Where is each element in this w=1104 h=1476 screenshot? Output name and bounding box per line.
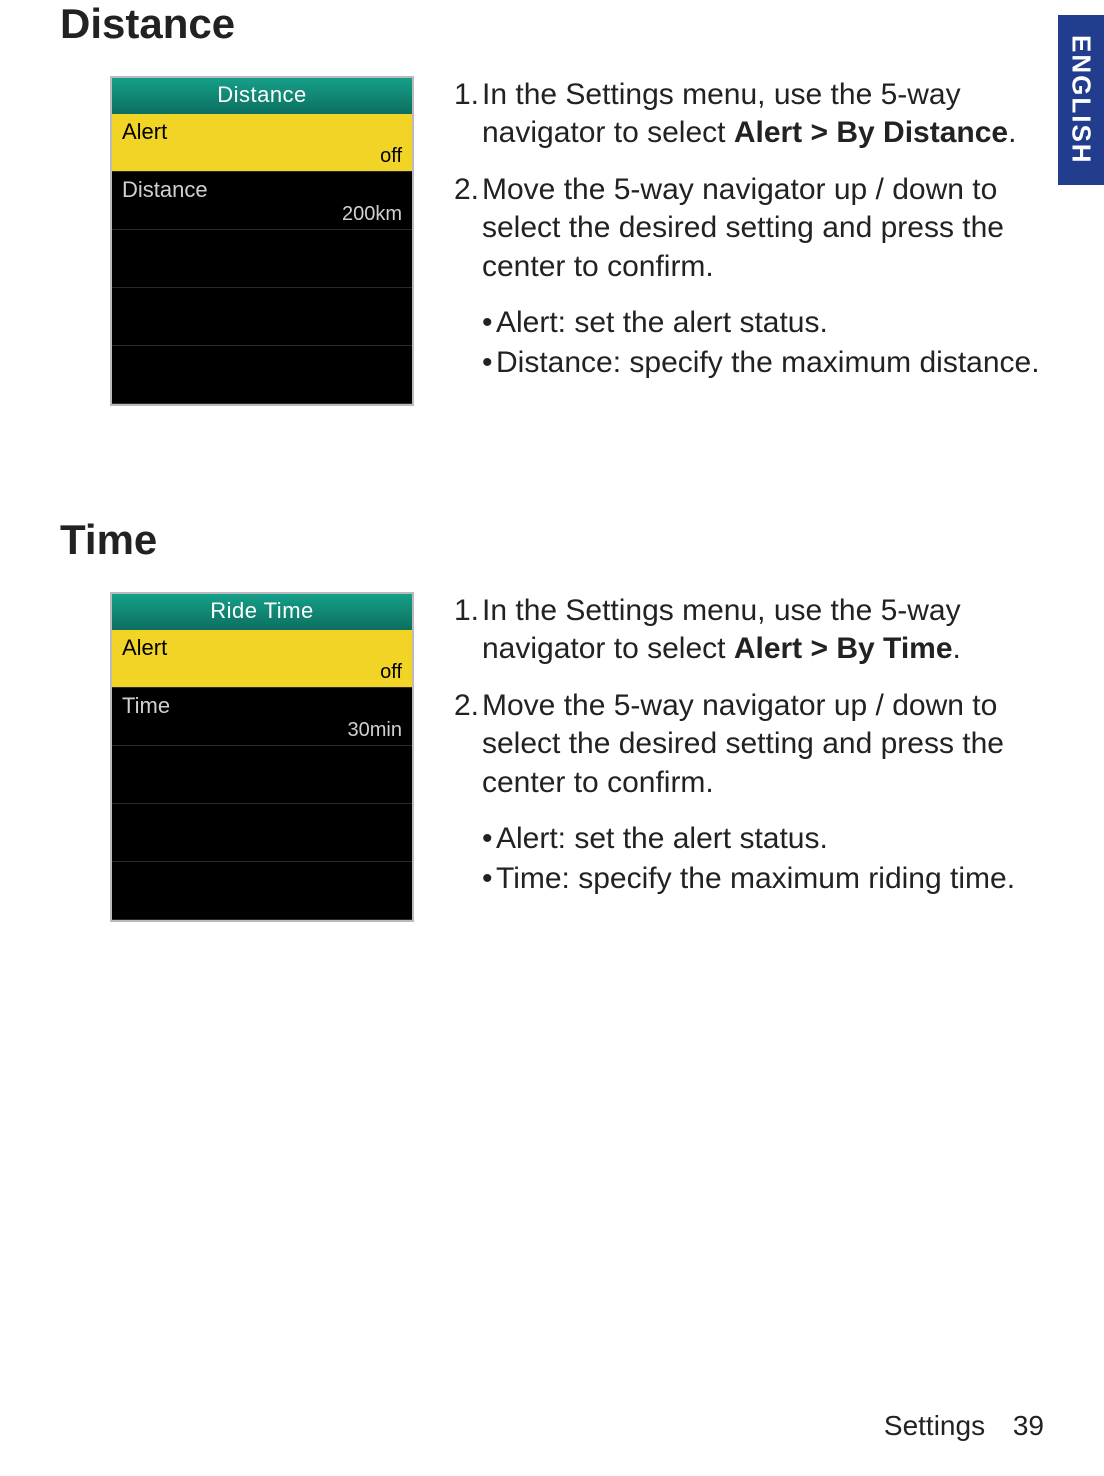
step-pre: Move the 5-way navigator up / down to se…	[482, 173, 1004, 283]
device-row[interactable]: Distance 200km	[112, 172, 412, 230]
device-row-label: Alert	[122, 636, 402, 660]
bullet-dot: •	[482, 820, 496, 858]
bullet-text: Time: specify the maximum riding time.	[496, 860, 1044, 898]
section-heading-distance: Distance	[60, 0, 1044, 48]
language-tab-label: ENGLISH	[1066, 35, 1097, 165]
instructions-time: 1. In the Settings menu, use the 5-way n…	[454, 592, 1044, 901]
section-body-distance: Distance Alert off Distance 200km 1. In	[60, 76, 1044, 406]
section-heading-time: Time	[60, 516, 1044, 564]
device-row[interactable]: Time 30min	[112, 688, 412, 746]
device-row[interactable]: Alert off	[112, 630, 412, 688]
page: ENGLISH Distance Distance Alert off Dist…	[0, 0, 1104, 1476]
bullet-text: Distance: specify the maximum distance.	[496, 344, 1044, 382]
bullet-dot: •	[482, 304, 496, 342]
device-title: Distance	[112, 78, 412, 114]
device-row-empty	[112, 230, 412, 288]
bullet-dot: •	[482, 344, 496, 382]
language-tab: ENGLISH	[1058, 15, 1104, 185]
step-pre: Move the 5-way navigator up / down to se…	[482, 689, 1004, 799]
bullet-item: • Alert: set the alert status.	[482, 820, 1044, 858]
bullet-dot: •	[482, 860, 496, 898]
device-row-value: 30min	[122, 719, 402, 741]
step-number: 2.	[454, 687, 482, 802]
bullet-text: Alert: set the alert status.	[496, 304, 1044, 342]
step-number: 1.	[454, 592, 482, 669]
step-number: 2.	[454, 171, 482, 286]
instruction-step: 1. In the Settings menu, use the 5-way n…	[454, 76, 1044, 153]
footer-section: Settings	[884, 1410, 985, 1441]
bullet-item: • Distance: specify the maximum distance…	[482, 344, 1044, 382]
device-row-value: 200km	[122, 203, 402, 225]
step-post: .	[953, 632, 961, 665]
page-footer: Settings 39	[884, 1410, 1044, 1442]
device-row-empty	[112, 288, 412, 346]
device-row[interactable]: Alert off	[112, 114, 412, 172]
device-row-empty	[112, 746, 412, 804]
instruction-step: 1. In the Settings menu, use the 5-way n…	[454, 592, 1044, 669]
step-text: In the Settings menu, use the 5-way navi…	[482, 592, 1044, 669]
instruction-step: 2. Move the 5-way navigator up / down to…	[454, 171, 1044, 286]
device-row-value: off	[122, 661, 402, 683]
section-body-time: Ride Time Alert off Time 30min 1. In the	[60, 592, 1044, 922]
step-text: Move the 5-way navigator up / down to se…	[482, 171, 1044, 286]
device-row-label: Alert	[122, 120, 402, 144]
step-bold: Alert > By Time	[734, 632, 953, 665]
section-distance: Distance Distance Alert off Distance 200…	[60, 0, 1044, 406]
instructions-distance: 1. In the Settings menu, use the 5-way n…	[454, 76, 1044, 385]
step-text: Move the 5-way navigator up / down to se…	[482, 687, 1044, 802]
step-post: .	[1008, 116, 1016, 149]
section-time: Time Ride Time Alert off Time 30min 1.	[60, 516, 1044, 922]
bullet-list: • Alert: set the alert status. • Time: s…	[454, 820, 1044, 899]
device-row-empty	[112, 862, 412, 920]
footer-page-number: 39	[1013, 1410, 1044, 1441]
step-text: In the Settings menu, use the 5-way navi…	[482, 76, 1044, 153]
instruction-step: 2. Move the 5-way navigator up / down to…	[454, 687, 1044, 802]
bullet-text: Alert: set the alert status.	[496, 820, 1044, 858]
bullet-item: • Alert: set the alert status.	[482, 304, 1044, 342]
device-row-label: Distance	[122, 178, 402, 202]
device-screen-time: Ride Time Alert off Time 30min	[110, 592, 414, 922]
step-number: 1.	[454, 76, 482, 153]
bullet-item: • Time: specify the maximum riding time.	[482, 860, 1044, 898]
device-title: Ride Time	[112, 594, 412, 630]
device-row-empty	[112, 346, 412, 404]
device-row-empty	[112, 804, 412, 862]
bullet-list: • Alert: set the alert status. • Distanc…	[454, 304, 1044, 383]
device-screen-distance: Distance Alert off Distance 200km	[110, 76, 414, 406]
device-row-label: Time	[122, 694, 402, 718]
step-bold: Alert > By Distance	[734, 116, 1008, 149]
device-row-value: off	[122, 145, 402, 167]
